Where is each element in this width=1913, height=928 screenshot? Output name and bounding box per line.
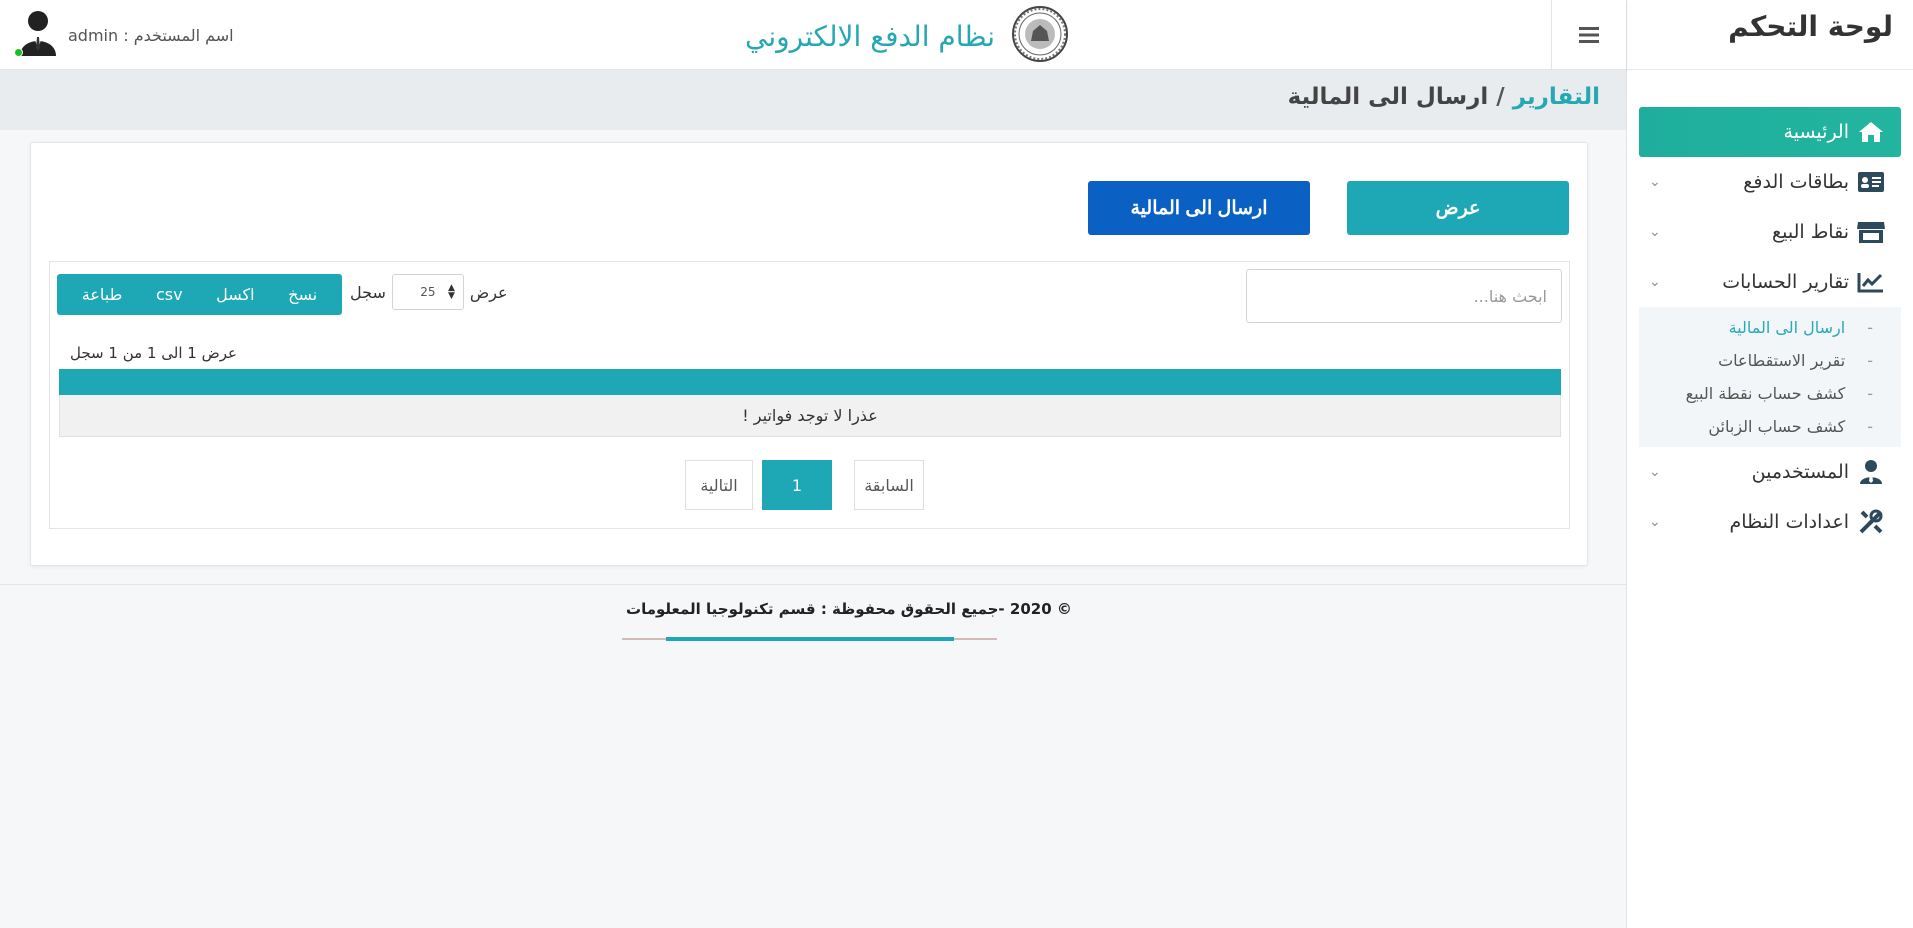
user-profile[interactable]: اسم المستخدم : admin — [14, 10, 234, 60]
sidebar-item-label: نقاط البيع — [1772, 221, 1849, 243]
footer-copyright: © 2020 -جميع الحقوق محفوظة : قسم تكنولوج… — [626, 600, 1072, 618]
length-prefix: عرض — [469, 282, 508, 302]
sidebar-menu-bottom: المستخدمين ⌄ اعدادات النظام ⌄ — [1627, 447, 1913, 547]
submenu-item-customer-statement[interactable]: - كشف حساب الزبائن — [1639, 410, 1901, 443]
sidebar-item-home[interactable]: الرئيسية — [1639, 107, 1901, 157]
sort-arrows-icon: ▲ ▼ — [447, 283, 455, 301]
breadcrumb: التقارير / ارسال الى المالية — [0, 70, 1626, 130]
sidebar-item-label: بطاقات الدفع — [1743, 171, 1849, 193]
dash: - — [1867, 384, 1873, 403]
breadcrumb-current: ارسال الى المالية — [1287, 84, 1489, 110]
chevron-down-icon: ⌄ — [1649, 274, 1661, 290]
chevron-down-icon: ⌄ — [1649, 224, 1661, 240]
submenu-item-pos-statement[interactable]: - كشف حساب نقطة البيع — [1639, 377, 1901, 410]
show-button[interactable]: عرض — [1347, 181, 1569, 235]
sidebar-menu: الرئيسية بطاقات الدفع ⌄ نقاط البيع ⌄ تقا… — [1627, 107, 1913, 307]
sidebar-item-payment-cards[interactable]: بطاقات الدفع ⌄ — [1639, 157, 1901, 207]
store-icon — [1855, 219, 1887, 245]
submenu-item-label: ارسال الى المالية — [1728, 318, 1846, 337]
sidebar-item-label: المستخدمين — [1751, 461, 1849, 483]
export-buttons: نسخ اكسل csv طباعة — [57, 274, 342, 315]
length-suffix: سجل — [350, 282, 386, 302]
reports-submenu: - ارسال الى المالية - تقرير الاستقطاعات - ك… — [1639, 307, 1901, 447]
submenu-item-send-to-finance[interactable]: - ارسال الى المالية — [1639, 311, 1901, 344]
submenu-item-deductions-report[interactable]: - تقرير الاستقطاعات — [1639, 344, 1901, 377]
tools-icon — [1855, 509, 1887, 535]
submenu-item-label: تقرير الاستقطاعات — [1718, 351, 1846, 370]
seal-logo — [1011, 5, 1069, 67]
sidebar-item-label: تقارير الحسابات — [1722, 271, 1849, 293]
sidebar: لوحة التحكم الرئيسية بطاقات الدفع ⌄ نقاط… — [1626, 0, 1913, 928]
sidebar-title: لوحة التحكم — [1627, 0, 1913, 70]
username-label: اسم المستخدم : admin — [68, 25, 234, 45]
id-card-icon — [1855, 169, 1887, 195]
avatar[interactable] — [14, 10, 58, 60]
chevron-down-icon: ⌄ — [1649, 464, 1661, 480]
excel-button[interactable]: اكسل — [216, 285, 254, 304]
sidebar-item-account-reports[interactable]: تقارير الحسابات ⌄ — [1639, 257, 1901, 307]
brand: نظام الدفع الالكتروني — [745, 5, 1069, 67]
sidebar-item-system-settings[interactable]: اعدادات النظام ⌄ — [1639, 497, 1901, 547]
submenu-item-label: كشف حساب نقطة البيع — [1685, 384, 1846, 403]
table-header — [59, 369, 1561, 395]
online-status-dot — [14, 48, 23, 57]
send-to-finance-button[interactable]: ارسال الى المالية — [1088, 181, 1310, 235]
dash: - — [1867, 417, 1873, 436]
page-length-select[interactable]: 25 ▲ ▼ — [391, 274, 464, 310]
user-tie-icon — [1855, 459, 1887, 485]
length-value: 25 — [420, 285, 436, 299]
chevron-down-icon: ⌄ — [1649, 514, 1661, 530]
copy-button[interactable]: نسخ — [288, 285, 317, 304]
sidebar-item-users[interactable]: المستخدمين ⌄ — [1639, 447, 1901, 497]
submenu-item-label: كشف حساب الزبائن — [1708, 417, 1846, 436]
footer-accent-bar-fill — [666, 637, 954, 641]
brand-title: نظام الدفع الالكتروني — [745, 19, 996, 53]
pagination-next[interactable]: التالية — [685, 460, 753, 510]
csv-button[interactable]: csv — [156, 285, 183, 304]
chart-line-icon — [1855, 269, 1887, 295]
table-info: عرض 1 الى 1 من 1 سجل — [70, 344, 237, 362]
page-length-control: عرض 25 ▲ ▼ سجل — [350, 274, 508, 310]
sidebar-item-label: الرئيسية — [1783, 121, 1849, 143]
footer-accent-bar — [622, 637, 997, 641]
breadcrumb-root[interactable]: التقارير — [1513, 84, 1600, 110]
chevron-down-icon: ⌄ — [1649, 174, 1661, 190]
print-button[interactable]: طباعة — [82, 285, 123, 304]
data-table: عرض 25 ▲▼ سجل نسخ اكسل csv طباعة عرض 1 ا… — [49, 261, 1570, 529]
breadcrumb-separator: / — [1496, 84, 1505, 110]
sidebar-item-label: اعدادات النظام — [1729, 511, 1849, 533]
home-icon — [1855, 119, 1887, 145]
pagination: التالية 1 السابقة — [685, 460, 924, 510]
search-input[interactable] — [1246, 269, 1562, 323]
pagination-prev[interactable]: السابقة — [854, 460, 924, 510]
footer-divider — [0, 584, 1626, 585]
hamburger-icon[interactable] — [1551, 0, 1626, 70]
main-card: عرض ارسال الى المالية عرض 25 ▲▼ سجل نسخ … — [30, 142, 1588, 566]
table-empty-row: عذرا لا توجد فواتير ! — [59, 395, 1561, 437]
top-header: نظام الدفع الالكتروني اسم المستخدم : adm… — [0, 0, 1626, 70]
sidebar-item-pos[interactable]: نقاط البيع ⌄ — [1639, 207, 1901, 257]
dash: - — [1867, 351, 1873, 370]
dash: - — [1867, 318, 1873, 337]
pagination-page-1[interactable]: 1 — [762, 460, 832, 510]
